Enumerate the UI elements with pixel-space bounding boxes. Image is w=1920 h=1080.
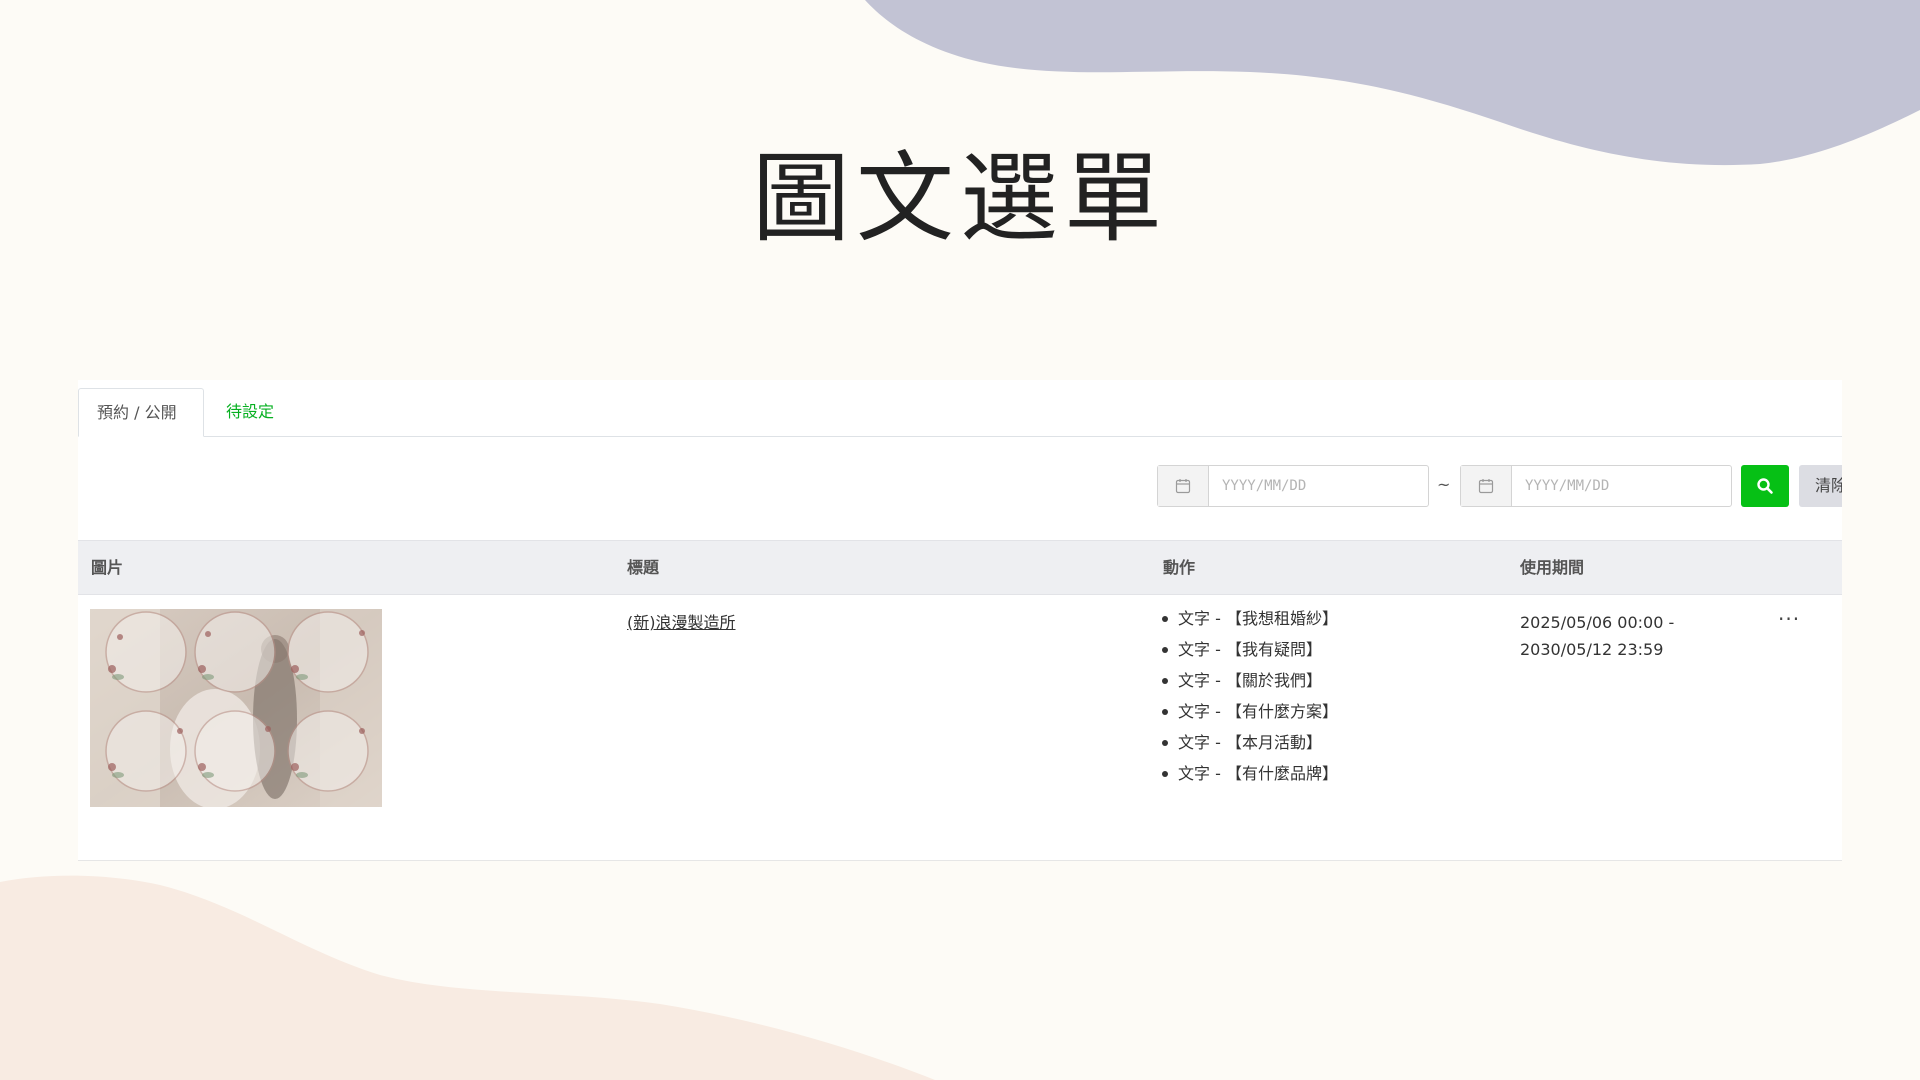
- tab-scheduled-public[interactable]: 預約 / 公開: [78, 388, 204, 437]
- table-header: 圖片 標題 動作 使用期間: [78, 540, 1842, 595]
- column-header-action: 動作: [1163, 558, 1196, 577]
- slide: 圖文選單 預約 / 公開 待設定 ~: [0, 0, 1920, 1080]
- calendar-icon[interactable]: [1158, 466, 1209, 506]
- column-header-period: 使用期間: [1520, 558, 1585, 577]
- list-item: 文字 - 【有什麼方案】: [1160, 696, 1338, 727]
- rich-menu-title-link[interactable]: (新)浪漫製造所: [627, 609, 736, 633]
- list-item: 文字 - 【我想租婚紗】: [1160, 603, 1338, 634]
- calendar-icon[interactable]: [1461, 466, 1512, 506]
- rich-menu-panel: 預約 / 公開 待設定 ~: [78, 380, 1842, 861]
- start-date-input[interactable]: [1209, 466, 1425, 506]
- more-options-icon[interactable]: ···: [1778, 607, 1800, 631]
- period-start: 2025/05/06 00:00 -: [1520, 613, 1675, 632]
- list-item: 文字 - 【關於我們】: [1160, 665, 1338, 696]
- top-wave-shape: [865, 0, 1920, 166]
- list-item: 文字 - 【有什麼品牌】: [1160, 758, 1338, 789]
- search-icon: [1757, 478, 1773, 494]
- date-filter: ~ 清除: [1157, 465, 1842, 509]
- list-item: 文字 - 【我有疑問】: [1160, 634, 1338, 665]
- column-header-image: 圖片: [91, 558, 124, 577]
- slide-title: 圖文選單: [751, 142, 1168, 256]
- clear-button[interactable]: 清除: [1799, 465, 1842, 507]
- table-row: (新)浪漫製造所 文字 - 【我想租婚紗】 文字 - 【我有疑問】 文字 - 【…: [78, 595, 1842, 859]
- column-header-title: 標題: [627, 558, 660, 577]
- list-item: 文字 - 【本月活動】: [1160, 727, 1338, 758]
- end-date-input[interactable]: [1512, 466, 1728, 506]
- tab-pending[interactable]: 待設定: [208, 388, 292, 436]
- end-date-group: [1460, 465, 1732, 507]
- usage-period: 2025/05/06 00:00 - 2030/05/12 23:59: [1520, 609, 1674, 663]
- search-button[interactable]: [1741, 465, 1789, 507]
- date-range-separator: ~: [1437, 475, 1451, 494]
- start-date-group: [1157, 465, 1429, 507]
- action-list: 文字 - 【我想租婚紗】 文字 - 【我有疑問】 文字 - 【關於我們】 文字 …: [1160, 603, 1338, 789]
- bottom-wave-shape: [0, 875, 935, 1080]
- tab-bar: 預約 / 公開 待設定: [78, 380, 1842, 437]
- rich-menu-thumbnail: [90, 609, 382, 807]
- period-end: 2030/05/12 23:59: [1520, 640, 1664, 659]
